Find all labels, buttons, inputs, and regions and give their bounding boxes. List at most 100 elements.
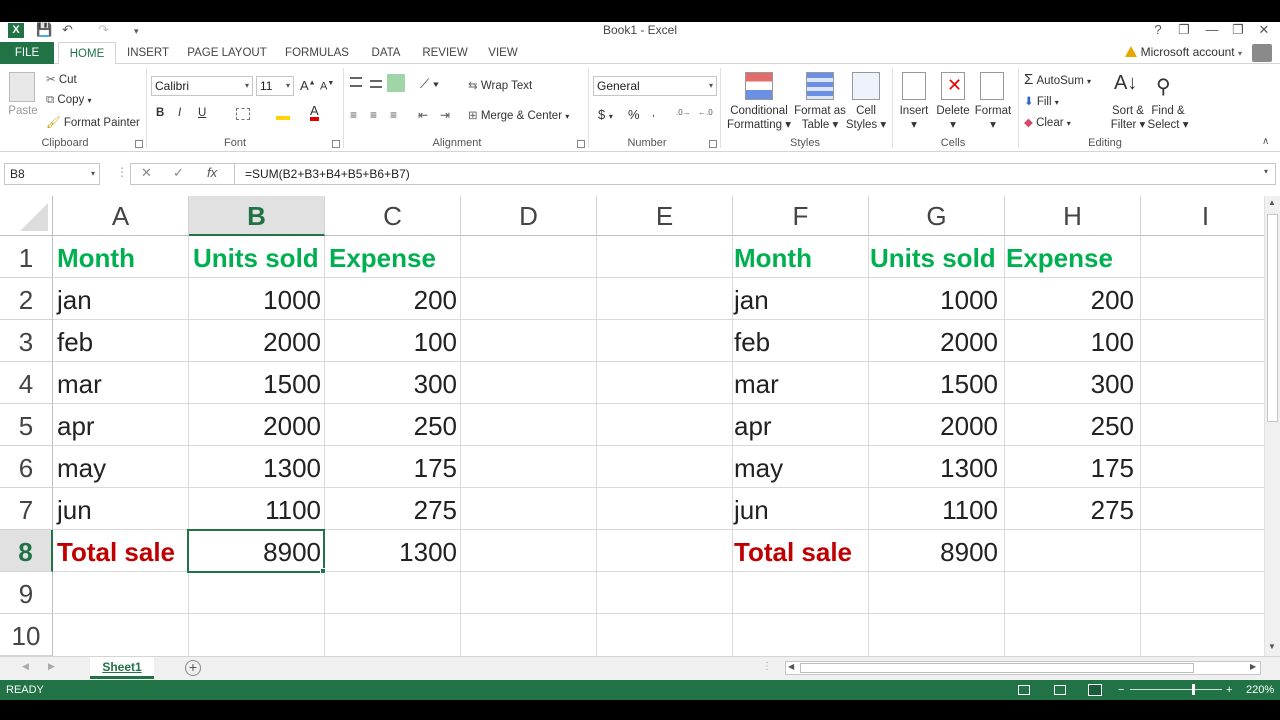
cell-f6[interactable]: may xyxy=(730,446,866,488)
next-sheet-icon[interactable]: ▶ xyxy=(48,661,55,672)
insert-cells-icon[interactable] xyxy=(902,72,926,100)
number-format-select[interactable]: General ▾ xyxy=(593,76,717,96)
tab-page-layout[interactable]: PAGE LAYOUT xyxy=(180,42,274,64)
tab-insert[interactable]: INSERT xyxy=(120,42,176,64)
cell-c5[interactable]: 250 xyxy=(325,404,461,446)
cell-b5[interactable]: 2000 xyxy=(189,404,325,446)
format-button[interactable]: Format ▾ xyxy=(972,104,1014,132)
grow-font-button[interactable]: A▲ xyxy=(300,78,316,93)
align-center-icon[interactable]: ≡ xyxy=(370,108,377,122)
row-header-10[interactable]: 10 xyxy=(0,614,53,656)
column-header-h[interactable]: H xyxy=(1005,196,1141,236)
cell-g6[interactable]: 1300 xyxy=(866,446,1002,488)
binoculars-icon[interactable]: ⚲ xyxy=(1156,74,1180,98)
cell-g5[interactable]: 2000 xyxy=(866,404,1002,446)
paste-icon[interactable] xyxy=(9,72,35,102)
cell-c2[interactable]: 200 xyxy=(325,278,461,320)
tab-data[interactable]: DATA xyxy=(360,42,412,64)
decrease-indent-icon[interactable]: ⇤ xyxy=(418,108,428,122)
row-header-4[interactable]: 4 xyxy=(0,362,53,404)
cell-h4[interactable]: 300 xyxy=(1002,362,1138,404)
zoom-slider-thumb[interactable] xyxy=(1192,684,1195,695)
zoom-slider-track[interactable] xyxy=(1130,689,1222,690)
cell-g1[interactable]: Units sold xyxy=(866,236,1002,278)
row-header-8[interactable]: 8 xyxy=(0,530,53,572)
cancel-icon[interactable]: ✕ xyxy=(141,165,152,181)
currency-button[interactable]: $ ▾ xyxy=(598,107,613,122)
account-menu[interactable]: Microsoft account ▾ xyxy=(1124,45,1242,59)
conditional-formatting-button[interactable]: Conditional Formatting ▾ xyxy=(724,104,794,132)
cell-h5[interactable]: 250 xyxy=(1002,404,1138,446)
close-button[interactable]: ✕ xyxy=(1252,22,1276,38)
cell-h7[interactable]: 275 xyxy=(1002,488,1138,530)
fill-handle[interactable] xyxy=(320,568,326,574)
enter-icon[interactable]: ✓ xyxy=(173,165,184,181)
cell-b2[interactable]: 1000 xyxy=(189,278,325,320)
new-sheet-icon[interactable]: + xyxy=(185,660,201,676)
cell-b3[interactable]: 2000 xyxy=(189,320,325,362)
sort-filter-icon[interactable]: A↓ xyxy=(1114,72,1140,98)
align-left-icon[interactable]: ≡ xyxy=(350,108,357,122)
tab-file[interactable]: FILE xyxy=(0,42,54,64)
fill-color-icon[interactable] xyxy=(276,106,290,120)
cell-c6[interactable]: 175 xyxy=(325,446,461,488)
format-as-table-button[interactable]: Format as Table ▾ xyxy=(790,104,850,132)
sort-filter-button[interactable]: Sort & Filter ▾ xyxy=(1106,104,1150,132)
horizontal-scroll-thumb[interactable] xyxy=(800,663,1194,673)
row-header-7[interactable]: 7 xyxy=(0,488,53,530)
column-header-a[interactable]: A xyxy=(53,196,189,236)
expand-formula-bar-icon[interactable]: ▾ xyxy=(1264,167,1268,176)
conditional-formatting-icon[interactable] xyxy=(745,72,773,100)
restore-button[interactable]: ❐ xyxy=(1226,22,1250,38)
cell-c8[interactable]: 1300 xyxy=(325,530,461,572)
clear-button[interactable]: ◆ Clear ▾ xyxy=(1024,115,1071,129)
format-painter-button[interactable]: 🖌 Format Painter xyxy=(46,115,140,129)
zoom-in-button[interactable]: + xyxy=(1226,680,1232,700)
align-top-icon[interactable] xyxy=(350,77,362,87)
row-header-6[interactable]: 6 xyxy=(0,446,53,488)
cell-a3[interactable]: feb xyxy=(53,320,189,362)
autosum-button[interactable]: Σ AutoSum ▾ xyxy=(1024,71,1091,88)
shrink-font-button[interactable]: A▼ xyxy=(320,80,334,93)
column-header-i[interactable]: I xyxy=(1141,196,1264,236)
increase-indent-icon[interactable]: ⇥ xyxy=(440,108,450,122)
cell-c4[interactable]: 300 xyxy=(325,362,461,404)
format-as-table-icon[interactable] xyxy=(806,72,834,100)
tab-formulas[interactable]: FORMULAS xyxy=(278,42,356,64)
formula-input[interactable]: =SUM(B2+B3+B4+B5+B6+B7) xyxy=(234,163,1276,185)
tab-home[interactable]: HOME xyxy=(58,42,116,65)
worksheet-grid[interactable]: A B C D E F G H I 1 2 3 4 5 6 7 8 9 10 M… xyxy=(0,196,1264,656)
decrease-decimal-icon[interactable]: ←.0 xyxy=(698,108,713,117)
font-size-select[interactable]: 11 ▾ xyxy=(256,76,294,96)
font-name-select[interactable]: Calibri ▾ xyxy=(151,76,253,96)
cell-b6[interactable]: 1300 xyxy=(189,446,325,488)
cell-a1[interactable]: Month xyxy=(53,236,189,278)
format-cells-icon[interactable] xyxy=(980,72,1004,100)
copy-button[interactable]: ⧉ Copy ▾ xyxy=(46,94,92,107)
tab-split-icon[interactable]: ⋮ xyxy=(762,661,772,672)
cell-styles-button[interactable]: Cell Styles ▾ xyxy=(844,104,888,132)
row-header-2[interactable]: 2 xyxy=(0,278,53,320)
align-bottom-icon[interactable] xyxy=(387,74,405,92)
cell-f7[interactable]: jun xyxy=(730,488,866,530)
wrap-text-button[interactable]: ⇆ Wrap Text xyxy=(468,78,532,92)
number-launcher-icon[interactable] xyxy=(709,140,717,148)
avatar[interactable] xyxy=(1252,44,1272,62)
orientation-icon[interactable]: ⟋ ▾ xyxy=(420,76,439,92)
scroll-up-icon[interactable]: ▲ xyxy=(1268,198,1276,207)
font-color-icon[interactable]: A xyxy=(310,104,319,121)
help-button[interactable]: ? xyxy=(1146,22,1170,37)
insert-function-button[interactable]: fx xyxy=(207,165,217,180)
cell-g4[interactable]: 1500 xyxy=(866,362,1002,404)
collapse-ribbon-icon[interactable]: ∧ xyxy=(1262,136,1269,147)
row-header-9[interactable]: 9 xyxy=(0,572,53,614)
cell-b1[interactable]: Units sold xyxy=(189,236,325,278)
borders-icon[interactable] xyxy=(236,108,250,120)
cell-h8[interactable] xyxy=(1002,530,1138,572)
scroll-right-icon[interactable]: ▶ xyxy=(1250,662,1256,671)
select-all-corner[interactable] xyxy=(0,196,53,236)
tab-review[interactable]: REVIEW xyxy=(416,42,474,64)
page-break-view-icon[interactable] xyxy=(1088,684,1102,696)
italic-button[interactable]: I xyxy=(178,107,181,119)
cell-a5[interactable]: apr xyxy=(53,404,189,446)
